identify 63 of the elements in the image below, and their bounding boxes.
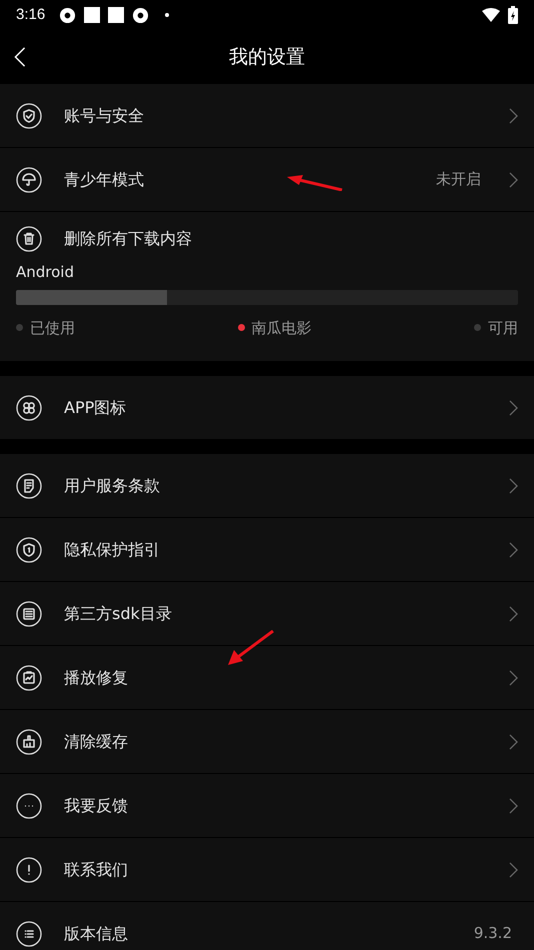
row-label: 第三方sdk目录: [64, 602, 172, 624]
legend-label: 可用: [488, 318, 518, 338]
umbrella-icon: [16, 166, 42, 192]
settings-row[interactable]: 青少年模式 未开启: [0, 148, 534, 211]
list-icon: [16, 600, 42, 626]
aperture-icon: [59, 6, 76, 24]
chevron-right-icon: [509, 172, 518, 188]
chevron-right-icon: [509, 400, 518, 416]
row-value: 未开启: [436, 169, 481, 190]
delete-downloads-button[interactable]: 删除所有下载内容: [16, 226, 192, 252]
chevron-right-icon: [509, 798, 518, 814]
arrow-annotation: [228, 630, 274, 666]
chevron-right-icon: [509, 862, 518, 878]
status-time: 3:16: [16, 4, 46, 25]
device-label: Android: [16, 262, 75, 283]
row-label: 清除缓存: [64, 730, 128, 752]
row-label: 版本信息: [64, 922, 128, 944]
trash-icon: [16, 226, 42, 252]
square-icon: [84, 7, 100, 23]
settings-row[interactable]: 账号与安全: [0, 84, 534, 147]
settings-row[interactable]: 播放修复: [0, 646, 534, 709]
list-icon: [16, 920, 42, 946]
settings-row[interactable]: 隐私保护指引: [0, 518, 534, 581]
shield-icon: [16, 536, 42, 562]
dot-icon: [165, 13, 170, 17]
settings-row[interactable]: APP图标: [0, 376, 534, 439]
page-title: 我的设置: [229, 44, 305, 70]
chevron-right-icon: [509, 670, 518, 686]
battery-icon: [508, 6, 518, 24]
chevron-right-icon: [509, 606, 518, 622]
settings-row[interactable]: 清除缓存: [0, 710, 534, 773]
row-label: 隐私保护指引: [64, 538, 160, 560]
row-label: 用户服务条款: [64, 474, 160, 496]
wifi-icon: [482, 8, 500, 22]
settings-row[interactable]: 联系我们: [0, 838, 534, 901]
chevron-right-icon: [509, 542, 518, 558]
legend-label: 已使用: [30, 318, 75, 338]
settings-row[interactable]: 我要反馈: [0, 774, 534, 837]
version-number: 9.3.2: [474, 923, 512, 944]
aperture-icon: [132, 6, 150, 24]
row-label: 播放修复: [64, 666, 128, 688]
chat-bubble-icon: [16, 792, 42, 818]
back-icon: [14, 47, 26, 67]
broom-icon: [16, 728, 42, 754]
row-label: APP图标: [64, 396, 126, 418]
shield-check-icon: [16, 102, 42, 128]
chevron-right-icon: [509, 108, 518, 124]
legend-label: 南瓜电影: [252, 318, 312, 338]
settings-row[interactable]: 用户服务条款: [0, 454, 534, 517]
settings-row[interactable]: 第三方sdk目录: [0, 582, 534, 645]
arrow-annotation: [287, 175, 343, 191]
row-label: 联系我们: [64, 858, 128, 880]
row-label: 青少年模式: [64, 168, 144, 190]
four-petals-icon: [16, 394, 42, 420]
document-icon: [16, 472, 42, 498]
square-icon: [108, 7, 124, 23]
chart-board-icon: [16, 664, 42, 690]
chevron-right-icon: [509, 734, 518, 750]
row-label: 账号与安全: [64, 104, 144, 126]
row-label: 我要反馈: [64, 794, 128, 816]
settings-row[interactable]: 版本信息 9.3.2: [0, 902, 534, 950]
chevron-right-icon: [509, 478, 518, 494]
exclamation-icon: [16, 856, 42, 882]
